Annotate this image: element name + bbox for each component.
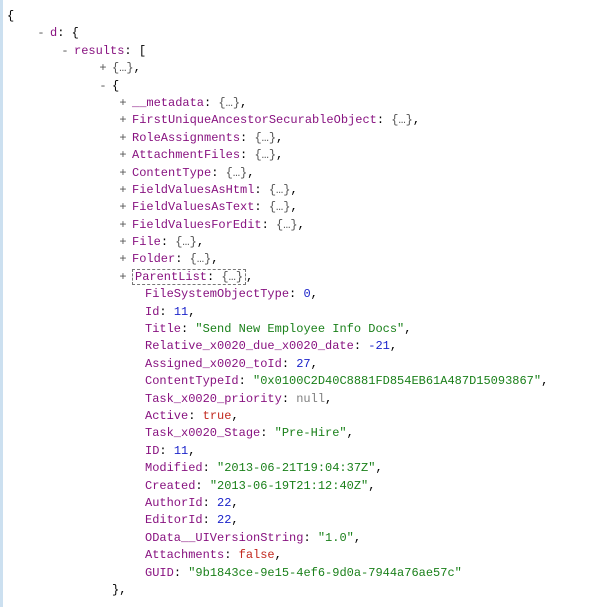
expand-toggle[interactable]: + — [117, 217, 129, 234]
json-row: Active: true, — [7, 408, 596, 425]
collapse-toggle[interactable]: - — [97, 78, 109, 95]
json-row: Title: "Send New Employee Info Docs", — [7, 321, 596, 338]
json-row: Id: 11, — [7, 304, 596, 321]
expand-toggle[interactable]: + — [117, 234, 129, 251]
json-row: EditorId: 22, — [7, 512, 596, 529]
expand-toggle[interactable]: + — [117, 269, 129, 286]
expand-toggle[interactable]: + — [117, 199, 129, 216]
json-row: +FieldValuesAsHtml: {…}, — [7, 182, 596, 199]
json-row: -d: { — [7, 25, 596, 42]
expand-toggle[interactable]: + — [117, 251, 129, 268]
json-row: Created: "2013-06-19T21:12:40Z", — [7, 478, 596, 495]
json-row: +File: {…}, — [7, 234, 596, 251]
json-row: Task_x0020_Stage: "Pre-Hire", — [7, 425, 596, 442]
expand-toggle[interactable]: + — [117, 165, 129, 182]
json-row: Assigned_x0020_toId: 27, — [7, 356, 596, 373]
json-row: -{ — [7, 78, 596, 95]
expand-toggle[interactable]: + — [97, 60, 109, 77]
json-row: ID: 11, — [7, 443, 596, 460]
expand-toggle[interactable]: + — [117, 95, 129, 112]
json-row: -results: [ — [7, 43, 596, 60]
json-row: +ParentList: {…}, — [7, 269, 596, 286]
json-row: +AttachmentFiles: {…}, — [7, 147, 596, 164]
expand-toggle[interactable]: + — [117, 147, 129, 164]
json-row: +ContentType: {…}, — [7, 165, 596, 182]
json-row: +Folder: {…}, — [7, 251, 596, 268]
json-row: }, — [7, 582, 596, 599]
json-row: +__metadata: {…}, — [7, 95, 596, 112]
expand-toggle[interactable]: + — [117, 130, 129, 147]
json-row: +FieldValuesForEdit: {…}, — [7, 217, 596, 234]
json-row: +{…}, — [7, 60, 596, 77]
json-row: ContentTypeId: "0x0100C2D40C8881FD854EB6… — [7, 373, 596, 390]
json-row: Modified: "2013-06-21T19:04:37Z", — [7, 460, 596, 477]
collapse-toggle[interactable]: - — [35, 25, 47, 42]
json-row: Task_x0020_priority: null, — [7, 391, 596, 408]
json-row: +RoleAssignments: {…}, — [7, 130, 596, 147]
json-row: FileSystemObjectType: 0, — [7, 286, 596, 303]
json-row: OData__UIVersionString: "1.0", — [7, 530, 596, 547]
json-row: Relative_x0020_due_x0020_date: -21, — [7, 338, 596, 355]
collapse-toggle[interactable]: - — [59, 43, 71, 60]
json-row: Attachments: false, — [7, 547, 596, 564]
expand-toggle[interactable]: + — [117, 112, 129, 129]
json-row: +FieldValuesAsText: {…}, — [7, 199, 596, 216]
json-row: +FirstUniqueAncestorSecurableObject: {…}… — [7, 112, 596, 129]
highlighted-property: ParentList: {…} — [132, 269, 246, 285]
json-row: { — [7, 8, 596, 25]
expand-toggle[interactable]: + — [117, 182, 129, 199]
json-row: AuthorId: 22, — [7, 495, 596, 512]
json-row: GUID: "9b1843ce-9e15-4ef6-9d0a-7944a76ae… — [7, 565, 596, 582]
